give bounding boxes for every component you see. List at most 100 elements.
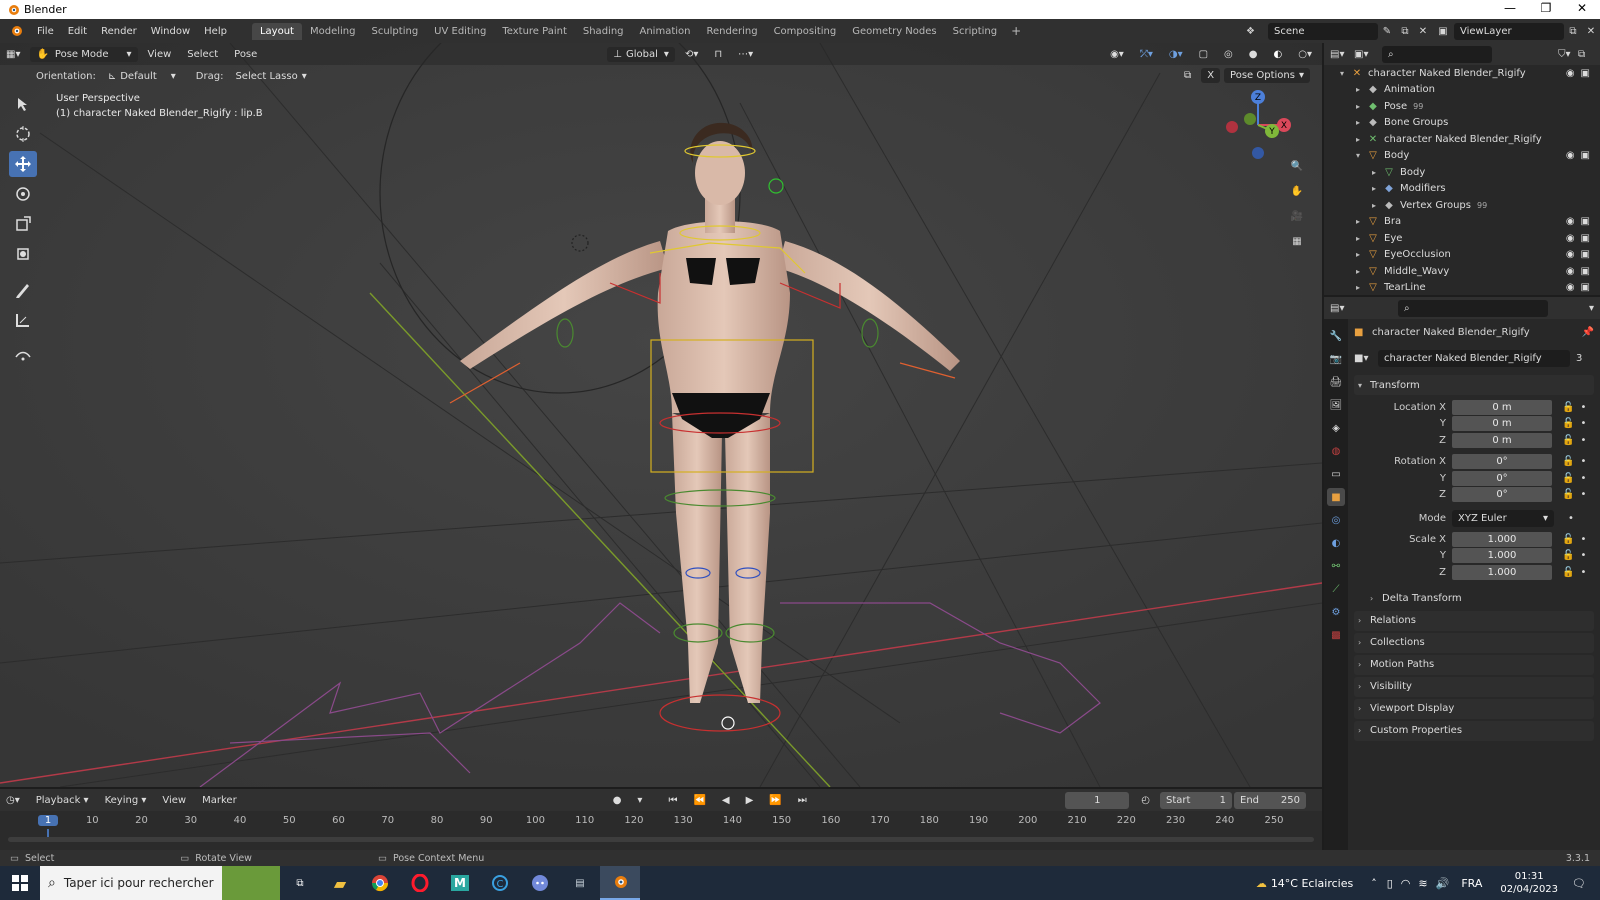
expand-right-icon[interactable]: ▸	[1356, 102, 1366, 111]
discord-icon[interactable]	[520, 866, 560, 900]
orientation-dropdown[interactable]: ⊾ Default ▾	[102, 69, 182, 84]
texture-tab-icon[interactable]: ▩	[1327, 626, 1345, 644]
render-camera-icon[interactable]: ▣	[1581, 266, 1590, 277]
volume-icon[interactable]: 🔊	[1436, 877, 1450, 890]
expand-right-icon[interactable]: ▸	[1356, 283, 1366, 292]
expand-down-icon[interactable]: ▾	[1356, 151, 1366, 160]
panel-visibility[interactable]: › Visibility	[1354, 676, 1594, 697]
tab-scripting[interactable]: Scripting	[945, 23, 1005, 40]
panel-motion-paths[interactable]: › Motion Paths	[1354, 654, 1594, 675]
outliner-item[interactable]: ▸ ◆ Animation	[1324, 82, 1600, 99]
task-view-icon[interactable]: ⧉	[280, 866, 320, 900]
outliner-item[interactable]: ▸ ▽ Middle_Wavy ◉ ▣	[1324, 263, 1600, 280]
scene-tab-icon[interactable]: ◈	[1327, 419, 1345, 437]
tab-shading[interactable]: Shading	[575, 23, 632, 40]
outliner-search[interactable]: ⌕	[1382, 45, 1492, 63]
auto-keying-icon[interactable]: ●	[607, 793, 628, 808]
keyframe-dot-icon[interactable]: •	[1568, 513, 1574, 524]
properties-editor-icon[interactable]: ▤▾	[1330, 303, 1358, 314]
menu-marker[interactable]: Marker	[196, 793, 243, 808]
frame-ruler[interactable]: 1 10 20 30 40 50 60 70 80 90 100 110 120 130 140 150 160…	[0, 815, 1322, 839]
armature-data-tab-icon[interactable]: ⟋	[1327, 580, 1345, 598]
render-camera-icon[interactable]: ▣	[1581, 233, 1590, 244]
view-layer-icon[interactable]: ▣	[1432, 26, 1454, 37]
annotate-tool-icon[interactable]	[9, 277, 37, 303]
lock-icon[interactable]: 🔓	[1562, 550, 1574, 561]
pan-hand-icon[interactable]: ✋	[1286, 180, 1308, 202]
menu-playback[interactable]: Playback ▾	[30, 793, 95, 808]
weather-text[interactable]: 14°C Eclaircies	[1271, 877, 1353, 890]
keyframe-dot-icon[interactable]: •	[1580, 567, 1586, 578]
object-tab-icon[interactable]: ■	[1327, 488, 1345, 506]
overlays-icon[interactable]: ◑▾	[1163, 47, 1189, 62]
eye-icon[interactable]: ◉	[1566, 249, 1575, 260]
xray-icon[interactable]: ▢	[1193, 47, 1214, 62]
keyframe-dot-icon[interactable]: •	[1580, 550, 1586, 561]
relax-pose-tool-icon[interactable]	[9, 343, 37, 369]
file-explorer-icon[interactable]: ▰	[320, 866, 360, 900]
outliner-item[interactable]: ▸ ◆ Vertex Groups 99	[1324, 197, 1600, 214]
user-count[interactable]: 3	[1576, 353, 1582, 364]
menu-window[interactable]: Window	[144, 26, 197, 37]
prev-keyframe-icon[interactable]: ⏪	[687, 793, 711, 808]
outliner-item[interactable]: ▸ ▽ TearLine ◉ ▣	[1324, 280, 1600, 296]
scale-tool-icon[interactable]	[9, 211, 37, 237]
timeline-editor-icon[interactable]: ◷▾	[0, 793, 26, 808]
3d-viewport[interactable]: ▦▾ ✋ Pose Mode ▾ View Select Pose ⊥ Global ▾…	[0, 43, 1322, 787]
shading-wireframe-icon[interactable]: ◎	[1218, 47, 1239, 62]
menu-timeline-view[interactable]: View	[156, 793, 192, 808]
keyframe-dot-icon[interactable]: •	[1580, 435, 1586, 446]
taskbar-search[interactable]: ⌕ Taper ici pour rechercher	[40, 866, 280, 900]
rotation-x-field[interactable]: 0°	[1452, 454, 1552, 470]
eye-icon[interactable]: ◉	[1566, 233, 1575, 244]
eye-icon[interactable]: ◉	[1566, 150, 1575, 161]
chevron-up-icon[interactable]: ˄	[1371, 877, 1377, 890]
lock-icon[interactable]: 🔓	[1562, 456, 1574, 467]
close-button[interactable]: ✕	[1564, 0, 1600, 19]
render-camera-icon[interactable]: ▣	[1581, 150, 1590, 161]
scale-y-field[interactable]: 1.000	[1452, 548, 1552, 564]
transform-panel-header[interactable]: ▾ Transform	[1354, 375, 1594, 395]
lock-icon[interactable]: 🔓	[1562, 402, 1574, 413]
play-icon[interactable]: ▶	[740, 793, 760, 808]
eye-icon[interactable]: ◉	[1566, 216, 1575, 227]
outliner-item[interactable]: ▸ ▽ Eye ◉ ▣	[1324, 230, 1600, 247]
blender-taskbar-icon[interactable]	[600, 866, 640, 900]
panel-viewport-display[interactable]: › Viewport Display	[1354, 698, 1594, 719]
wifi-icon[interactable]: ≋	[1418, 877, 1427, 890]
display-mode-icon[interactable]: ▣▾	[1354, 49, 1382, 60]
expand-right-icon[interactable]: ▸	[1356, 118, 1366, 127]
mirror-x-toggle[interactable]: X	[1201, 68, 1221, 83]
chrome-icon[interactable]	[360, 866, 400, 900]
menu-file[interactable]: File	[30, 26, 61, 37]
keyframe-dot-icon[interactable]: •	[1580, 456, 1586, 467]
scene-selector-icon[interactable]: ❖	[1246, 26, 1268, 37]
location-x-field[interactable]: 0 m	[1452, 399, 1552, 415]
expand-right-icon[interactable]: ▸	[1372, 201, 1382, 210]
tab-layout[interactable]: Layout	[251, 22, 302, 40]
maximize-button[interactable]: ❐	[1528, 0, 1564, 19]
camera-view-icon[interactable]: 🎥	[1286, 205, 1308, 227]
new-scene-icon[interactable]: ⧉	[1396, 26, 1414, 37]
current-frame-field[interactable]: 1	[1065, 791, 1130, 809]
tab-sculpting[interactable]: Sculpting	[363, 23, 426, 40]
end-frame-field[interactable]: End 250	[1234, 791, 1306, 809]
notification-icon[interactable]: 🗨	[1572, 877, 1586, 890]
eye-icon[interactable]: ◉	[1566, 282, 1575, 293]
pin-icon[interactable]: ✎	[1378, 26, 1396, 37]
cursor-tool-icon[interactable]	[9, 121, 37, 147]
world-tab-icon[interactable]: ◍	[1327, 442, 1345, 460]
weather-icon[interactable]: ☁	[1256, 877, 1267, 890]
outliner-item[interactable]: ▸ ▽ Body	[1324, 164, 1600, 181]
panel-relations[interactable]: › Relations	[1354, 610, 1594, 631]
menu-help[interactable]: Help	[197, 26, 234, 37]
render-tab-icon[interactable]: 📷	[1327, 350, 1345, 368]
app-window-icon[interactable]: ▤	[560, 866, 600, 900]
expand-right-icon[interactable]: ▸	[1356, 135, 1366, 144]
render-camera-icon[interactable]: ▣	[1581, 249, 1590, 260]
expand-right-icon[interactable]: ▸	[1356, 85, 1366, 94]
outliner-item[interactable]: ▾ ✕ character Naked Blender_Rigify ◉ ▣	[1324, 65, 1600, 82]
bone-tab-icon[interactable]: ⚙	[1327, 603, 1345, 621]
datablock-field[interactable]: character Naked Blender_Rigify	[1378, 349, 1570, 367]
tab-modeling[interactable]: Modeling	[302, 23, 364, 40]
